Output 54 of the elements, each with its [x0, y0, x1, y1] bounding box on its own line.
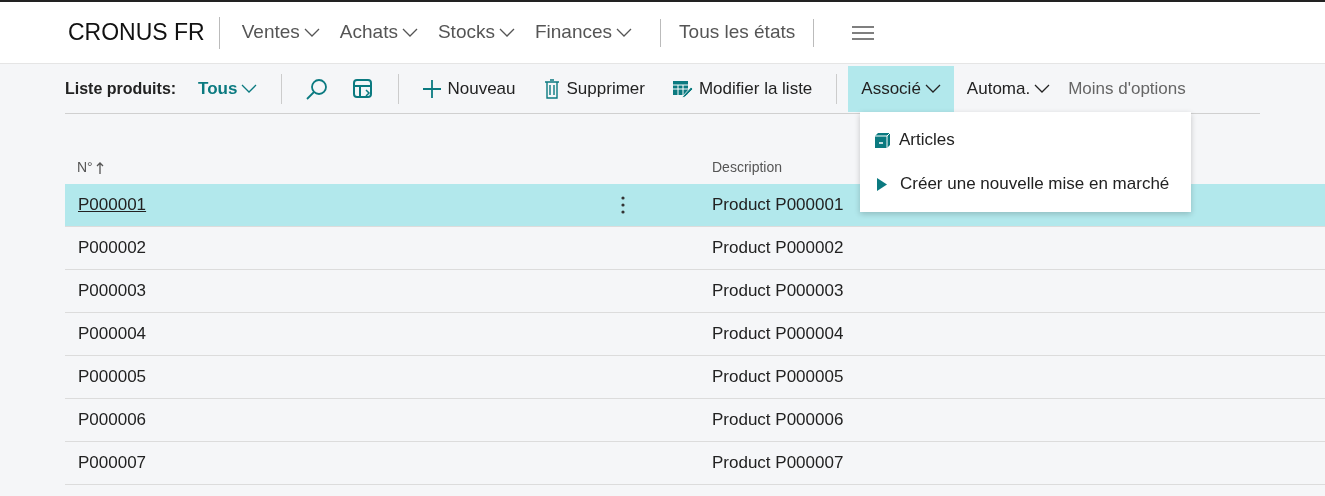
table-row[interactable]: P000002 Product P000002	[65, 227, 1325, 270]
layout-icon[interactable]	[353, 78, 374, 99]
table-cell-text: P000002	[78, 237, 148, 260]
column-header[interactable]: N°	[77, 157, 93, 178]
nav-menu[interactable]: Finances	[528, 18, 639, 47]
view-filter[interactable]: Tous	[198, 75, 258, 102]
nav-menu[interactable]: Stocks	[431, 18, 521, 47]
table-edit-icon	[672, 79, 693, 98]
table-cell-text: P000005	[78, 366, 148, 389]
table-cell-text: P000004	[78, 323, 148, 346]
chevron-down-icon	[924, 83, 941, 94]
company-name: CRONUS FR	[68, 18, 205, 48]
table-row[interactable]: P000007 Product P000007	[65, 442, 1325, 485]
toolbar-button[interactable]: Supprimer	[543, 75, 645, 102]
toolbar-button[interactable]: Nouveau	[423, 75, 516, 102]
nav-menu[interactable]: Ventes	[235, 18, 326, 47]
chevron-down-icon	[498, 27, 515, 38]
menu-button[interactable]: Automa.	[953, 65, 1064, 112]
chevron-down-icon	[616, 27, 633, 38]
nav-menu[interactable]: Achats	[333, 18, 424, 47]
table-cell-text: P000006	[78, 409, 148, 432]
chevron-down-icon	[1034, 83, 1051, 94]
chevron-down-icon	[303, 27, 320, 38]
chevron-down-icon	[401, 27, 418, 38]
column-header[interactable]: Description	[712, 159, 783, 175]
table-cell: Product P000003	[712, 281, 844, 301]
plus-icon	[423, 79, 442, 98]
table-cell: Product P000004	[712, 324, 844, 344]
table-cell: Product P000007	[712, 453, 844, 473]
menu-icon[interactable]	[852, 25, 875, 40]
table-cell-text: P000003	[78, 280, 148, 303]
dropdown-item[interactable]: Articles	[860, 118, 1184, 162]
play-icon	[876, 176, 889, 192]
chevron-down-icon	[241, 83, 258, 94]
search-icon[interactable]	[306, 77, 329, 100]
list-label: Liste produits:	[65, 78, 177, 99]
table-row[interactable]: P000006 Product P000006	[65, 399, 1325, 442]
box-icon	[874, 131, 891, 149]
table-row[interactable]: P000005 Product P000005	[65, 356, 1325, 399]
table-cell-text: P000007	[78, 452, 148, 475]
table-cell: Product P000002	[712, 238, 844, 258]
menu-button[interactable]: Associé	[848, 65, 954, 112]
table-cell: Product P000005	[712, 367, 844, 387]
nav-link[interactable]: Tous les états	[675, 18, 800, 47]
table-row[interactable]: P000004 Product P000004	[65, 313, 1325, 356]
less-options-button[interactable]: Moins d'options	[1068, 75, 1186, 102]
toolbar-button[interactable]: Modifier la liste	[672, 75, 813, 102]
trash-icon	[543, 78, 560, 99]
table-cell: Product P000006	[712, 410, 844, 430]
table-row[interactable]: P000003 Product P000003	[65, 270, 1325, 313]
table-cell[interactable]: P000001	[78, 192, 621, 218]
sort-arrow-icon	[95, 161, 104, 174]
more-options-icon[interactable]	[621, 196, 625, 214]
table-cell: Product P000001	[712, 195, 844, 215]
